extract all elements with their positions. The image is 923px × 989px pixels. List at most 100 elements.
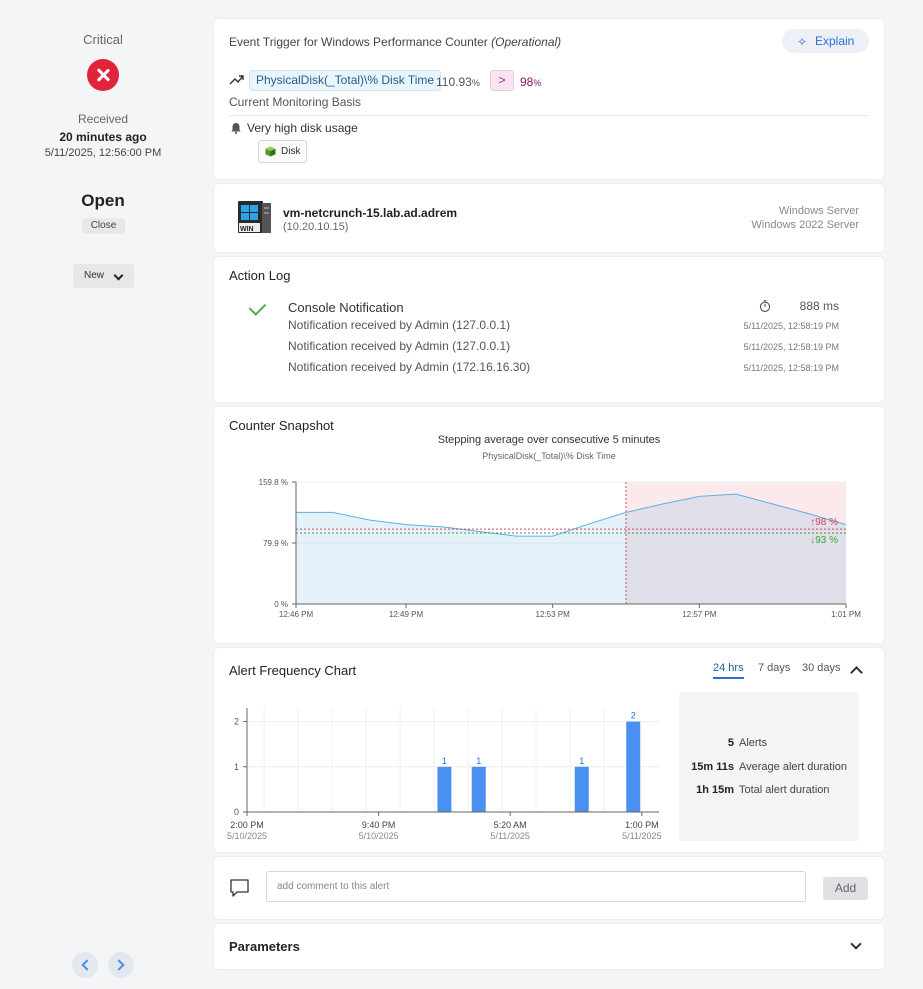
counter-snapshot-card: 0 % 79.9 % 159.8 % ↑98 % ↓93 % 12:46 PM 12:49 … xyxy=(214,407,884,643)
received-label: Received xyxy=(77,112,129,126)
x-tick-date: 5/11/2025 xyxy=(622,831,661,841)
bell-icon xyxy=(231,123,241,134)
os-version: Windows 2022 Server xyxy=(751,219,859,231)
add-comment-button[interactable]: Add xyxy=(823,877,868,900)
x-tick-date: 5/10/2025 xyxy=(359,831,399,841)
node-name[interactable]: vm-netcrunch-15.lab.ad.adrem xyxy=(283,206,457,220)
action-log-title: Action Log xyxy=(229,268,291,283)
node-ip: (10.20.10.15) xyxy=(283,221,349,233)
close-alert-button[interactable]: Close xyxy=(82,218,125,234)
counter-name-chip[interactable]: PhysicalDisk(_Total)\% Disk Time xyxy=(249,70,442,91)
critical-icon xyxy=(87,59,119,91)
stat-label: Total alert duration xyxy=(739,784,830,796)
status-select[interactable]: New xyxy=(73,264,134,288)
chevron-down-icon[interactable] xyxy=(850,938,862,950)
chevron-up-icon[interactable] xyxy=(850,666,863,679)
svg-text:WIN: WIN xyxy=(240,226,254,233)
x-tick-time: 1:00 PM xyxy=(625,820,659,830)
log-entry-time: 5/11/2025, 12:58:19 PM xyxy=(743,342,839,352)
explain-label: Explain xyxy=(815,34,855,48)
alert-frequency-chart: 0121 1 122:00 PM5/10/20259:40 PM5/10/20255… xyxy=(227,708,662,841)
y-tick-label: 0 xyxy=(234,807,239,817)
bar-label: 1 xyxy=(579,756,584,766)
event-title-suffix: (Operational) xyxy=(491,35,562,49)
previous-alert-button[interactable] xyxy=(72,952,98,978)
alert-state: Open xyxy=(81,191,125,210)
x-tick-time: 9:40 PM xyxy=(362,820,396,830)
cube-icon xyxy=(265,146,276,157)
x-tick-date: 5/10/2025 xyxy=(227,831,267,841)
alert-frequency-card: Alert Frequency Chart 24 hrs 7 days 30 d… xyxy=(214,648,884,852)
x-tick-label: 1:01 PM xyxy=(831,610,861,619)
x-tick-time: 2:00 PM xyxy=(230,820,264,830)
next-alert-button[interactable] xyxy=(108,952,134,978)
chart-title: Stepping average over consecutive 5 minu… xyxy=(437,434,661,446)
bar xyxy=(574,766,589,812)
comment-card: Add xyxy=(214,857,884,919)
divider xyxy=(229,115,868,116)
log-entry-text: Notification received by Admin (127.0.0.… xyxy=(288,318,511,332)
threshold-value: 98% xyxy=(520,75,541,89)
stat-label: Alerts xyxy=(739,737,768,749)
parameters-card[interactable]: Parameters xyxy=(214,924,884,969)
chart-subtitle: PhysicalDisk(_Total)\% Disk Time xyxy=(482,451,616,461)
trend-up-icon xyxy=(229,75,244,85)
sparkle-icon: ✧ xyxy=(797,35,808,49)
comment-icon xyxy=(230,879,249,897)
y-tick-label: 0 % xyxy=(274,600,288,609)
windows-server-icon: WIN xyxy=(238,201,271,233)
threshold-unit: % xyxy=(533,78,542,88)
tab-7-days[interactable]: 7 days xyxy=(758,662,790,674)
x-tick-label: 12:53 PM xyxy=(536,610,571,619)
stat-label: Average alert duration xyxy=(739,761,848,773)
operator-chip: > xyxy=(490,70,514,91)
tag-label: Disk xyxy=(281,146,301,157)
parameters-title: Parameters xyxy=(229,939,300,954)
x-tick-label: 12:49 PM xyxy=(389,610,424,619)
y-tick-label: 159.8 % xyxy=(259,478,288,487)
event-trigger-title: Event Trigger for Windows Performance Co… xyxy=(229,35,561,49)
bar-label: 1 xyxy=(476,756,481,766)
alert-stats-panel: 5 Alerts 15m 11s Average alert duration … xyxy=(679,692,859,841)
stat-value: 5 xyxy=(727,737,734,749)
event-trigger-card: Event Trigger for Windows Performance Co… xyxy=(214,19,884,179)
os-family: Windows Server xyxy=(778,205,859,217)
event-title-text: Event Trigger for Windows Performance Co… xyxy=(229,35,488,49)
threshold-label: ↑98 % xyxy=(810,517,838,528)
stat-value: 15m 11s xyxy=(691,761,734,773)
bar xyxy=(437,766,452,812)
alert-summary-panel: Critical Received 20 minutes ago 5/11/20… xyxy=(0,0,206,989)
tab-24-hrs[interactable]: 24 hrs xyxy=(713,662,744,679)
node-card: WIN vm-netcrunch-15.lab.ad.adrem (10.20.… xyxy=(214,184,884,252)
threshold-label: ↓93 % xyxy=(810,535,838,546)
status-select-value: New xyxy=(84,270,105,281)
timer-icon xyxy=(759,300,771,312)
comment-input[interactable] xyxy=(266,871,806,902)
severity-label: Critical xyxy=(83,32,123,47)
current-value: 110.93% xyxy=(436,75,480,89)
y-tick-label: 2 xyxy=(234,717,239,727)
chevron-right-icon xyxy=(113,959,125,971)
threshold-number: 98 xyxy=(520,75,534,89)
bar xyxy=(626,721,641,812)
y-tick-label: 79.9 % xyxy=(263,539,288,548)
check-icon xyxy=(248,298,267,316)
action-duration: 888 ms xyxy=(799,299,839,313)
alert-description: Very high disk usage xyxy=(247,121,358,135)
bar xyxy=(471,766,486,812)
log-entry-time: 5/11/2025, 12:58:19 PM xyxy=(743,321,839,331)
bar-label: 1 xyxy=(442,756,447,766)
x-tick-label: 12:46 PM xyxy=(279,610,314,619)
chevron-down-icon xyxy=(113,270,124,281)
explain-button[interactable]: ✧ Explain xyxy=(782,29,869,53)
x-tick-date: 5/11/2025 xyxy=(490,831,529,841)
tag-disk[interactable]: Disk xyxy=(258,140,308,163)
y-tick-label: 1 xyxy=(234,762,239,772)
action-name: Console Notification xyxy=(288,300,404,315)
stat-value: 1h 15m xyxy=(696,784,734,796)
bar-label: 2 xyxy=(631,711,636,721)
log-entry-text: Notification received by Admin (127.0.0.… xyxy=(288,339,511,353)
chevron-left-icon xyxy=(81,959,93,971)
monitoring-basis: Current Monitoring Basis xyxy=(229,95,362,109)
tab-30-days[interactable]: 30 days xyxy=(802,662,841,674)
